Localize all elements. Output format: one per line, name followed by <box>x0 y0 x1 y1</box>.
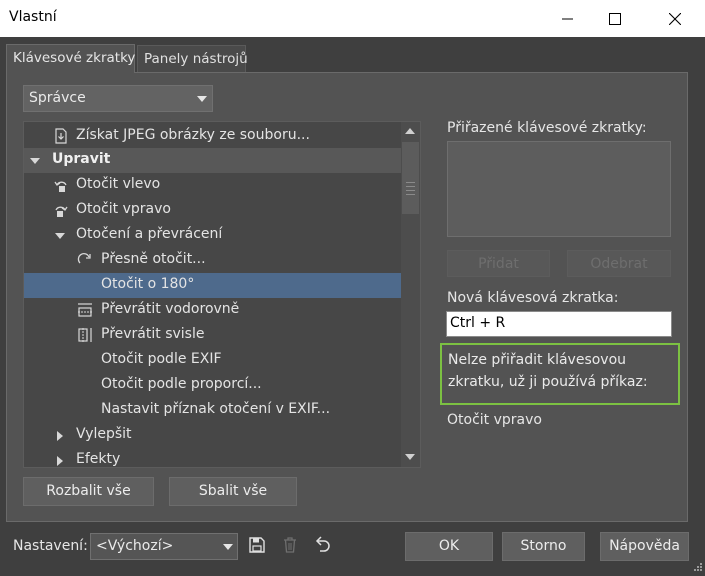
undo-icon[interactable] <box>313 536 331 552</box>
flip-vertical-icon <box>78 328 92 342</box>
tree-item[interactable]: Získat JPEG obrázky ze souboru... <box>24 124 401 149</box>
expand-all-label: Rozbalit vše <box>46 483 131 499</box>
settings-label: Nastavení: <box>13 538 88 554</box>
tree-scrollbar[interactable] <box>401 122 420 467</box>
cancel-button[interactable]: Storno <box>502 532 585 561</box>
rotate-left-icon <box>54 181 67 192</box>
tree-item[interactable]: Otočit vlevo <box>24 173 401 198</box>
trash-icon[interactable] <box>282 537 298 553</box>
manager-select-value: Správce <box>29 90 86 106</box>
tree-item[interactable]: Otočit podle proporcí... <box>24 373 401 398</box>
tree-item[interactable]: Otočit vpravo <box>24 198 401 223</box>
window-title: Vlastní <box>9 9 57 25</box>
warning-message: Nelze přiřadit klávesovou zkratku, už ji… <box>448 352 648 390</box>
resize-grip-icon[interactable] <box>691 562 703 574</box>
tree-item-label: Nastavit příznak otočení v EXIF... <box>101 401 331 417</box>
tree-item-label: Otočit o 180° <box>101 276 195 292</box>
collapse-all-label: Sbalit vše <box>198 483 268 499</box>
tree-item-label: Převrátit vodorovně <box>101 301 240 317</box>
close-button[interactable] <box>652 0 698 37</box>
chevron-down-icon <box>197 96 207 102</box>
help-button[interactable]: Nápověda <box>600 532 689 561</box>
tree-item[interactable]: Převrátit svisle <box>24 323 401 348</box>
expand-triangle-icon <box>55 233 65 239</box>
new-shortcut-field[interactable]: Ctrl + R <box>446 311 672 337</box>
tree-item-label: Otočení a převrácení <box>76 226 223 242</box>
ok-button[interactable]: OK <box>405 532 493 561</box>
tree-item-label: Přesně otočit... <box>101 251 206 267</box>
tab-toolbars[interactable]: Panely nástrojů <box>137 45 248 72</box>
tree-item-label: Otočit vpravo <box>76 201 171 217</box>
tab-label: Panely nástrojů <box>144 51 248 67</box>
maximize-icon <box>609 12 621 25</box>
settings-select-value: <Výchozí> <box>96 538 174 554</box>
tree-item[interactable]: Otočit podle EXIF <box>24 348 401 373</box>
manager-select[interactable]: Správce <box>23 85 213 112</box>
tree-group-rotate-flip[interactable]: Otočení a převrácení <box>24 223 401 248</box>
conflicting-command: Otočit vpravo <box>447 412 542 428</box>
tree-group-effects[interactable]: Efekty <box>24 448 401 467</box>
tab-keyboard-shortcuts[interactable]: Klávesové zkratky <box>6 44 135 73</box>
tree-item[interactable]: Nastavit příznak otočení v EXIF... <box>24 398 401 423</box>
tree-item[interactable]: Přesně otočit... <box>24 248 401 273</box>
tab-label: Klávesové zkratky <box>13 50 136 66</box>
assigned-shortcuts-label: Přiřazené klávesové zkratky: <box>447 120 647 136</box>
tree-item-label: Vylepšit <box>76 426 132 442</box>
ok-label: OK <box>438 538 460 554</box>
collapsed-triangle-icon <box>57 431 63 441</box>
expand-triangle-icon <box>30 158 40 164</box>
close-icon <box>669 12 681 25</box>
rotate-right-icon <box>55 206 68 217</box>
tree-item-selected[interactable]: Otočit o 180° <box>24 273 401 298</box>
title-bar: Vlastní <box>0 0 705 37</box>
tree-item-label: Efekty <box>76 451 121 467</box>
scroll-down-icon[interactable] <box>405 454 415 460</box>
tree-item-label: Otočit podle EXIF <box>101 351 222 367</box>
tree-item-label: Upravit <box>52 151 111 167</box>
cancel-label: Storno <box>520 538 567 554</box>
minimize-button[interactable] <box>545 0 591 37</box>
assigned-shortcuts-list[interactable] <box>447 141 671 237</box>
shortcut-conflict-warning: Nelze přiřadit klávesovou zkratku, už ji… <box>440 343 680 405</box>
remove-shortcut-button[interactable]: Odebrat <box>567 250 671 277</box>
import-file-icon <box>55 128 67 144</box>
collapsed-triangle-icon <box>57 456 63 466</box>
tree-item-label: Převrátit svisle <box>101 326 205 342</box>
tree-item[interactable]: Převrátit vodorovně <box>24 298 401 323</box>
chevron-down-icon <box>223 544 233 550</box>
tree-item-label: Získat JPEG obrázky ze souboru... <box>76 127 310 143</box>
add-label: Přidat <box>478 256 519 272</box>
command-tree[interactable]: Získat JPEG obrázky ze souboru... Upravi… <box>23 121 421 468</box>
add-shortcut-button[interactable]: Přidat <box>447 250 550 277</box>
save-icon[interactable] <box>249 537 265 553</box>
remove-label: Odebrat <box>590 256 648 272</box>
scrollbar-thumb[interactable] <box>402 142 419 214</box>
new-shortcut-label: Nová klávesová zkratka: <box>447 290 619 306</box>
tree-item-label: Otočit podle proporcí... <box>101 376 262 392</box>
settings-select[interactable]: <Výchozí> <box>90 533 238 560</box>
tree-group-enhance[interactable]: Vylepšit <box>24 423 401 448</box>
collapse-all-button[interactable]: Sbalit vše <box>169 477 297 506</box>
flip-horizontal-icon <box>78 303 92 317</box>
scroll-up-icon[interactable] <box>405 128 415 134</box>
rotate-precise-icon <box>77 253 91 264</box>
tree-item-label: Otočit vlevo <box>76 176 161 192</box>
tree-group-edit[interactable]: Upravit <box>24 148 401 173</box>
maximize-button[interactable] <box>592 0 638 37</box>
expand-all-button[interactable]: Rozbalit vše <box>23 477 154 506</box>
help-label: Nápověda <box>609 538 680 554</box>
new-shortcut-value: Ctrl + R <box>450 315 506 331</box>
minimize-icon <box>562 18 573 19</box>
